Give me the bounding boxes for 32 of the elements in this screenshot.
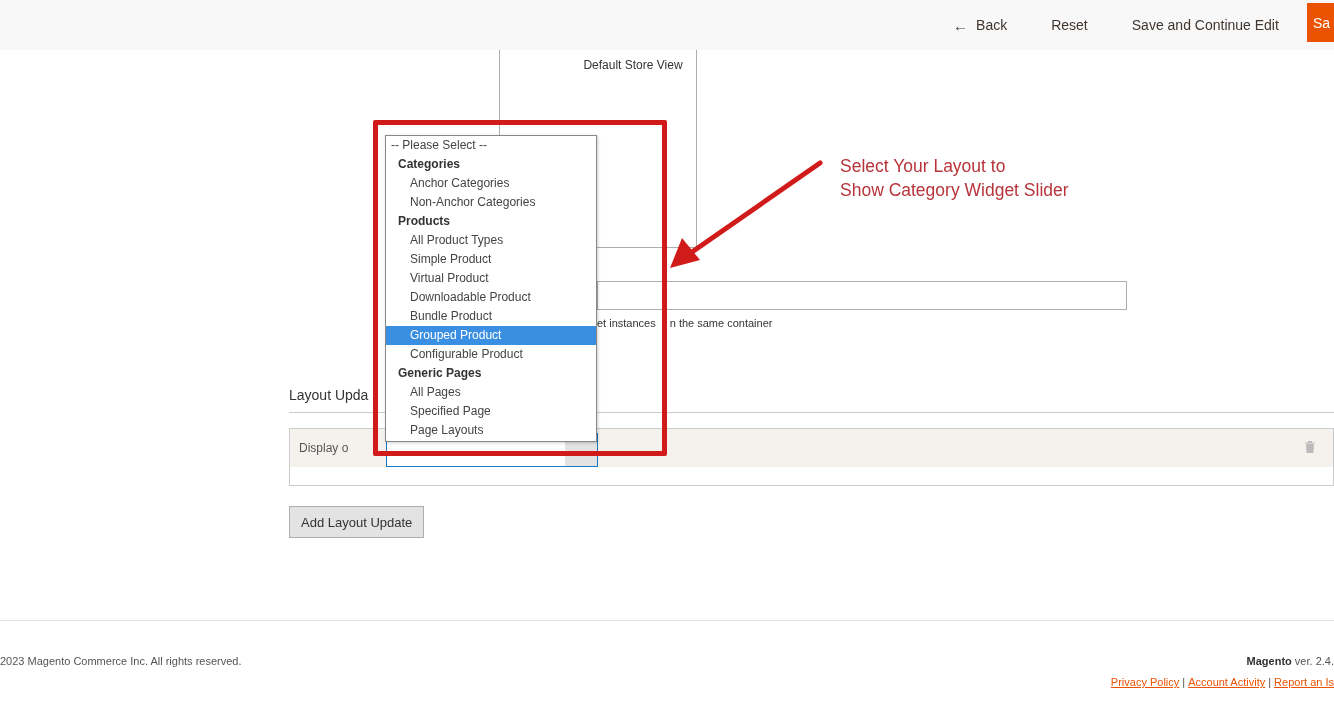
trash-icon[interactable]: [1305, 441, 1315, 453]
version-text: Magento ver. 2.4.: [1246, 655, 1334, 667]
dropdown-option[interactable]: Page Layouts: [386, 421, 596, 440]
option-group-label: Categories: [397, 156, 462, 173]
option-group-label: Products: [397, 213, 451, 230]
separator: |: [1268, 676, 1272, 688]
footer-link[interactable]: Privacy Policy: [1110, 676, 1180, 688]
dropdown-option[interactable]: Configurable Product: [386, 345, 596, 364]
footer-link[interactable]: Report an Is: [1274, 676, 1334, 688]
arrow-left-icon: ←: [953, 16, 969, 34]
add-layout-update-button[interactable]: Add Layout Update: [289, 506, 425, 538]
copyright-text: 2023 Magento Commerce Inc. All rights reserved.: [0, 655, 242, 669]
field-label: Display o: [299, 441, 350, 455]
save-button[interactable]: Sa: [1306, 3, 1334, 42]
reset-button[interactable]: Reset: [1029, 17, 1110, 33]
helper-text: n the same container: [669, 317, 773, 329]
store-view-option[interactable]: Default Store View: [513, 58, 683, 72]
dropdown-option[interactable]: Downloadable Product: [386, 288, 596, 307]
footer-link[interactable]: Account Activity: [1188, 676, 1266, 688]
dropdown-option[interactable]: All Pages: [386, 383, 596, 402]
annotation-text: Select Your Layout to Show Category Widget Slider: [840, 155, 1069, 202]
helper-text: et instances: [597, 317, 656, 329]
back-button[interactable]: ← Back: [931, 16, 1030, 34]
dropdown-option[interactable]: Virtual Product: [386, 269, 596, 288]
save-continue-button[interactable]: Save and Continue Edit: [1109, 17, 1301, 33]
section-title: Layout Upda: [289, 387, 369, 403]
option-group-label: Generic Pages: [397, 365, 483, 382]
separator: |: [1182, 676, 1186, 688]
input-field[interactable]: [597, 281, 1127, 310]
dropdown-option[interactable]: Bundle Product: [386, 307, 596, 326]
dropdown-option[interactable]: Specified Page: [386, 402, 596, 421]
dropdown-option[interactable]: Simple Product: [386, 250, 596, 269]
